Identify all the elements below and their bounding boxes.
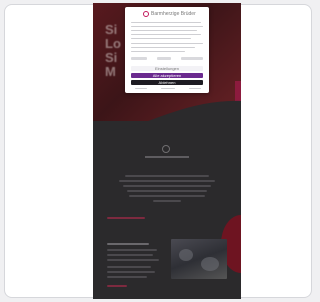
text-line	[107, 254, 153, 256]
text-line	[123, 185, 211, 187]
reject-button[interactable]: Ablehnen	[131, 80, 203, 85]
footer-link[interactable]	[161, 88, 175, 90]
text-line	[119, 180, 215, 182]
text-line	[107, 276, 147, 278]
modal-text-line	[131, 26, 203, 28]
brand-logo	[145, 145, 189, 163]
consent-checkbox[interactable]	[157, 57, 171, 60]
modal-footer-links	[131, 88, 203, 90]
consent-categories	[131, 57, 203, 61]
logo-mark-icon	[162, 145, 170, 153]
text-line	[107, 249, 157, 251]
text-line	[129, 195, 205, 197]
modal-text-line	[131, 34, 201, 36]
wave-divider	[93, 100, 241, 179]
text-line	[107, 266, 151, 268]
modal-text-line	[131, 38, 191, 40]
consent-checkbox[interactable]	[181, 57, 203, 60]
settings-button[interactable]: Einstellungen	[131, 66, 203, 71]
cookie-consent-modal: Barmherzige Brüder Einstellungen Alle ak…	[125, 7, 209, 93]
footer-link[interactable]	[189, 88, 201, 90]
read-more-link[interactable]	[107, 285, 127, 287]
text-line	[107, 271, 155, 273]
modal-brand: Barmherzige Brüder	[151, 11, 196, 17]
text-line	[153, 200, 181, 202]
section-link[interactable]	[107, 217, 145, 219]
accept-all-button[interactable]: Alle akzeptieren	[131, 73, 203, 78]
article-photo	[171, 239, 227, 279]
text-line	[127, 190, 207, 192]
section-heading	[107, 243, 149, 245]
modal-text-line	[131, 43, 203, 45]
text-line	[125, 175, 209, 177]
text-line	[107, 259, 159, 261]
consent-checkbox[interactable]	[131, 57, 147, 60]
modal-text-line	[131, 30, 197, 32]
footer-link[interactable]	[135, 88, 147, 90]
brand-logo-icon	[143, 11, 149, 17]
logo-wordmark	[145, 156, 189, 158]
modal-text-line	[131, 51, 185, 53]
modal-text-line	[131, 47, 195, 49]
modal-text-line	[131, 22, 201, 24]
